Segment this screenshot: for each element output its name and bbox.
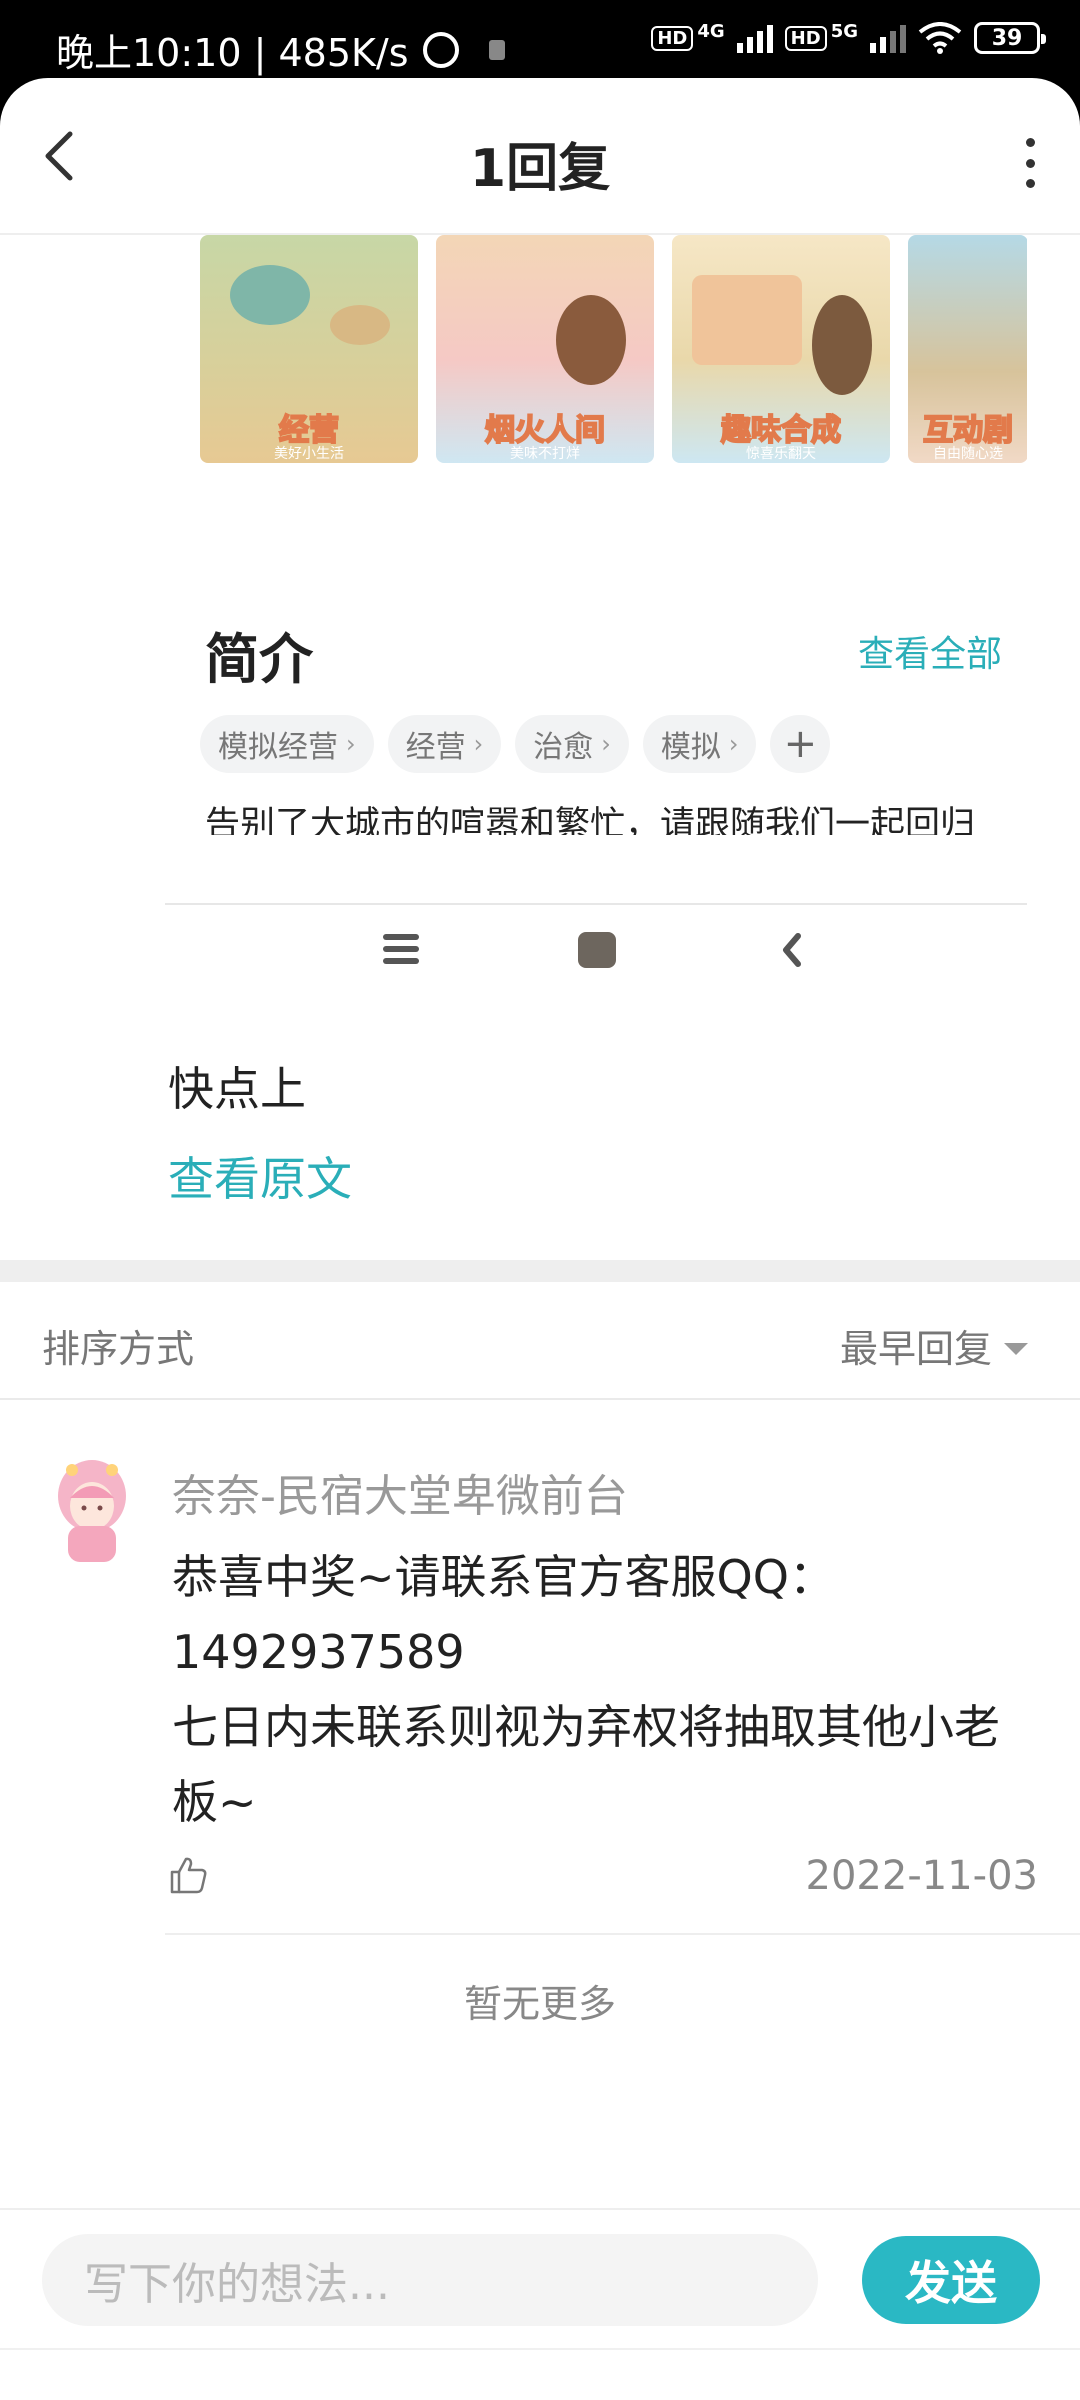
page-title: 1回复	[469, 139, 611, 199]
thumbnail-subcaption: 美味不打烊	[510, 446, 580, 462]
decor-character	[812, 295, 872, 395]
signal-icon-2	[870, 23, 906, 53]
reply-divider	[165, 1933, 1080, 1935]
reply-line: 1492937589	[172, 1625, 465, 1679]
comment-input[interactable]: 写下你的想法...	[42, 2234, 818, 2326]
tag-chip[interactable]: 模拟经营 ›	[200, 715, 374, 773]
decor-house	[330, 305, 390, 345]
header: 1回复	[0, 78, 1080, 233]
tag-chip[interactable]: 模拟 ›	[642, 715, 757, 773]
battery-level: 39	[991, 25, 1023, 51]
network-4g-label: 4G	[697, 20, 725, 42]
sort-label: 排序方式	[42, 1327, 195, 1371]
chevron-right-icon: ›	[346, 730, 356, 758]
thumbnail-subcaption: 惊喜乐翻天	[746, 446, 816, 462]
screenshot-thumbnail[interactable]: 经营 美好小生活	[200, 235, 418, 463]
add-tag-button[interactable]: +	[770, 715, 831, 773]
decor-pond	[230, 265, 310, 325]
menu-icon	[383, 934, 419, 964]
alarm-icon	[422, 31, 459, 68]
reply-item: 奈奈-民宿大堂卑微前台 恭喜中奖~请联系官方客服QQ： 1492937589 七…	[0, 1400, 1080, 1960]
embedded-game-card[interactable]: 经营 美好小生活 烟火人间 美味不打烊 趣味合成 惊喜乐翻天 互动剧 自由随心选…	[165, 235, 1027, 835]
system-nav-bar	[0, 2348, 1080, 2400]
comment-input-bar: 写下你的想法... 发送	[0, 2208, 1080, 2348]
sort-value: 最早回复	[839, 1327, 992, 1371]
reply-sheet: 1回复 经营 美好小生活 烟火人间 美味不打烊 趣味合成 惊喜乐翻天 互动剧 自…	[0, 78, 1080, 2400]
view-original-link[interactable]: 查看原文	[168, 1143, 352, 1209]
status-right: HD 4G HD 5G 39	[651, 20, 1046, 54]
tag-list: 模拟经营 › 经营 › 治愈 › 模拟 › +	[200, 715, 831, 773]
avatar[interactable]	[52, 1456, 132, 1566]
reply-line: 七日内未联系则视为弃权将抽取其他小老板~	[172, 1700, 1000, 1829]
comment-text: 快点上	[168, 1062, 306, 1116]
tag-chip[interactable]: 治愈 ›	[515, 715, 629, 773]
screenshot-thumbnail[interactable]: 趣味合成 惊喜乐翻天	[672, 235, 890, 463]
reply-content: 恭喜中奖~请联系官方客服QQ： 1492937589 七日内未联系则视为弃权将抽…	[172, 1540, 1042, 1840]
decor-grid	[692, 275, 802, 365]
sim-icon	[488, 39, 505, 60]
send-button[interactable]: 发送	[862, 2236, 1040, 2324]
intro-text: 告别了大城市的喧嚣和繁忙，请跟随我们一起回归芳草鲜美的乡下田园，经营民宿吧！	[205, 805, 976, 835]
home-icon	[578, 932, 616, 968]
signal-icon	[736, 23, 773, 53]
screenshot-thumbnail[interactable]: 互动剧 自由随心选	[908, 235, 1027, 463]
chevron-right-icon: ›	[728, 730, 739, 758]
tag-label: 模拟经营	[218, 730, 338, 765]
tag-label: 治愈	[533, 730, 594, 765]
chevron-right-icon: ›	[601, 730, 611, 758]
battery-icon: 39	[974, 22, 1046, 54]
status-left: 晚上10:10 | 485K/s	[56, 22, 505, 77]
hd-icon: HD	[651, 25, 694, 51]
thumbnail-subcaption: 美好小生活	[274, 446, 344, 462]
sort-row: 排序方式 最早回复	[0, 1282, 1080, 1398]
no-more-label: 暂无更多	[463, 1982, 616, 2026]
decor-character	[556, 295, 626, 385]
tag-label: 模拟	[660, 730, 721, 765]
tag-chip[interactable]: 经营 ›	[387, 715, 502, 773]
thumbnail-subcaption: 自由随心选	[933, 446, 1003, 462]
section-divider	[0, 1260, 1080, 1282]
intro-heading: 简介	[205, 628, 313, 691]
sort-dropdown[interactable]: 最早回复	[840, 1318, 1028, 1373]
caret-down-icon	[1004, 1342, 1028, 1355]
screenshot-strip[interactable]: 经营 美好小生活 烟火人间 美味不打烊 趣味合成 惊喜乐翻天 互动剧 自由随心选	[200, 235, 1027, 463]
chevron-right-icon: ›	[473, 730, 484, 758]
embed-divider	[165, 903, 1027, 905]
status-time: 晚上10:10 | 485K/s	[56, 31, 409, 75]
back-icon	[783, 933, 801, 967]
network-5g-label: 5G	[830, 20, 858, 42]
status-bar: 晚上10:10 | 485K/s HD 4G HD 5G 39	[0, 0, 1080, 80]
view-all-link[interactable]: 查看全部	[858, 625, 1002, 677]
more-options-icon[interactable]	[1020, 138, 1040, 188]
thumbs-up-icon[interactable]	[168, 1855, 208, 1895]
reply-author[interactable]: 奈奈-民宿大堂卑微前台	[172, 1460, 628, 1524]
hd-icon-2: HD	[784, 25, 827, 51]
reply-line: 恭喜中奖~请联系官方客服QQ：	[172, 1550, 835, 1604]
screenshot-thumbnail[interactable]: 烟火人间 美味不打烊	[436, 235, 654, 463]
tag-label: 经营	[405, 730, 466, 765]
embedded-nav-bar	[0, 928, 1080, 978]
wifi-icon	[918, 22, 962, 54]
reply-date: 2022-11-03	[805, 1853, 1038, 1899]
